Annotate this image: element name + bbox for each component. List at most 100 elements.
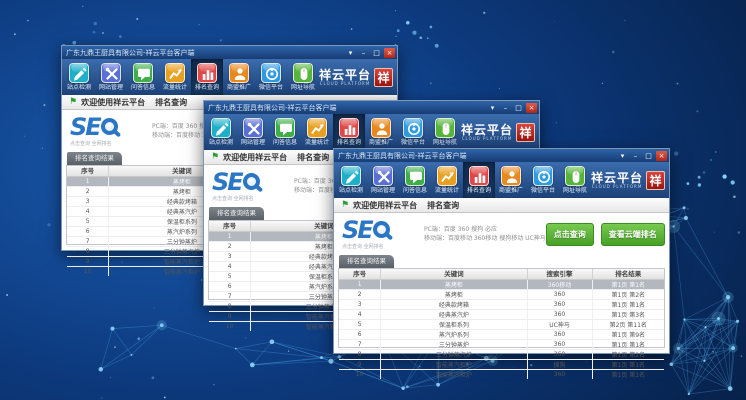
column-header: 关键词 xyxy=(381,269,527,279)
toolbar-item-label: 站点检测 xyxy=(209,139,233,146)
table-row[interactable]: 1蒸烤柜360移动第1页 第1名 xyxy=(339,280,664,290)
table-row[interactable]: 9智能蒸汽柜炉搜狗第1页 第1名 xyxy=(339,360,664,370)
toolbar-item-pencil[interactable]: 站点检测 xyxy=(63,59,95,95)
table-row[interactable]: 10智能蒸汽柜炉360第1页 第1名 xyxy=(339,370,664,379)
chat-icon xyxy=(405,166,425,186)
table-row[interactable]: 4经典蒸汽炉360第1页 第3名 xyxy=(339,310,664,320)
toolbar-item-chat[interactable]: 问答信息 xyxy=(127,59,159,95)
table-header-row: 序号关键词搜索引擎排名结果 xyxy=(339,269,664,280)
table-cell: 蒸烤柜 xyxy=(381,280,527,289)
table-row[interactable]: 3经典款烤箱360第1页 第1名 xyxy=(339,300,664,310)
minimize-button[interactable]: – xyxy=(500,103,511,113)
toolbar-item-bar-chart[interactable]: 排名查询 xyxy=(191,59,223,95)
toolbar-item-line-chart[interactable]: 流量统计 xyxy=(301,114,333,150)
seo-logo: SE 点击查询 全网排名 xyxy=(342,219,416,250)
toolbar-item-person[interactable]: 商盟推广 xyxy=(495,162,527,198)
person-icon xyxy=(371,118,391,138)
toolbar-item-label: 流量统计 xyxy=(163,84,187,91)
toolbar-item-mouse[interactable]: 网址导航 xyxy=(429,114,461,150)
toolbar-item-chat[interactable]: 问答信息 xyxy=(269,114,301,150)
toolbar-item-person[interactable]: 商盟推广 xyxy=(365,114,397,150)
table-cell: 5 xyxy=(67,217,109,226)
tab-ranking-results[interactable]: 排名查询结果 xyxy=(209,207,264,220)
toolbar-item-label: 微信平台 xyxy=(401,139,425,146)
table-cell: 智能蒸汽柜炉 xyxy=(381,370,527,379)
table-cell: 8 xyxy=(67,247,109,256)
close-button[interactable]: × xyxy=(656,151,667,161)
seo-logo-text: SE xyxy=(212,171,242,193)
welcome-bar: ⚑ 欢迎使用祥云平台 排名查询 xyxy=(334,198,669,213)
welcome-text: 欢迎使用祥云平台 xyxy=(223,152,287,163)
maximize-button[interactable]: □ xyxy=(371,48,382,58)
toolbar-item-label: 问答信息 xyxy=(273,139,297,146)
seo-logo-text: SE xyxy=(342,219,372,241)
query-button[interactable]: 点击查询 xyxy=(546,223,594,246)
bar-chart-icon xyxy=(339,118,359,138)
toolbar-item-compass[interactable]: 微信平台 xyxy=(255,59,287,95)
titlebar[interactable]: 广东九鼎王厨具有限公司-祥云平台客户端 ▾–□× xyxy=(334,149,669,162)
close-button[interactable]: × xyxy=(526,103,537,113)
table-cell: 5 xyxy=(209,272,251,281)
toolbar-item-pencil[interactable]: 站点检测 xyxy=(205,114,237,150)
table-row[interactable]: 5保温柜系列UC神马第2页 第11名 xyxy=(339,320,664,330)
titlebar[interactable]: 广东九鼎王厨具有限公司-祥云平台客户端 ▾–□× xyxy=(204,101,539,114)
toolbar-item-bar-chart[interactable]: 排名查询 xyxy=(333,114,365,150)
tab-ranking-results[interactable]: 排名查询结果 xyxy=(67,152,122,165)
toolbar-item-bar-chart[interactable]: 排名查询 xyxy=(463,162,495,198)
minimize-button[interactable]: – xyxy=(358,48,369,58)
table-cell: 第1页 第1名 xyxy=(593,360,665,369)
maximize-button[interactable]: □ xyxy=(513,103,524,113)
table-row[interactable]: 8三分钟蒸汽炉360第1页 第2名 xyxy=(339,350,664,360)
skin-button[interactable]: ▾ xyxy=(487,103,498,113)
toolbar-item-line-chart[interactable]: 流量统计 xyxy=(159,59,191,95)
toolbar-item-label: 商盟推广 xyxy=(499,187,523,194)
flag-icon: ⚑ xyxy=(69,98,77,107)
tab-ranking-results[interactable]: 排名查询结果 xyxy=(339,255,394,268)
titlebar[interactable]: 广东九鼎王厨具有限公司-祥云平台客户端 ▾–□× xyxy=(62,46,397,59)
mouse-icon xyxy=(565,166,585,186)
toolbar-item-pencil[interactable]: 站点检测 xyxy=(335,162,367,198)
table-cell: 经典款烤箱 xyxy=(381,300,527,309)
view-cloud-ranking-button[interactable]: 查看云端排名 xyxy=(601,223,665,246)
minimize-button[interactable]: – xyxy=(630,151,641,161)
table-cell: 10 xyxy=(339,370,381,379)
toolbar-item-mouse[interactable]: 网址导航 xyxy=(559,162,591,198)
table-row[interactable]: 6蒸汽炉系列360第1页 第9名 xyxy=(339,330,664,340)
toolbar-item-compass[interactable]: 微信平台 xyxy=(527,162,559,198)
skin-button[interactable]: ▾ xyxy=(617,151,628,161)
brand-subtitle: CLOUD PLATFORM xyxy=(461,136,513,141)
brand: 祥云平台 CLOUD PLATFORM 祥 xyxy=(319,59,396,95)
table-cell: 保温柜系列 xyxy=(381,320,527,329)
table-cell: 蒸汽炉系列 xyxy=(381,330,527,339)
chat-icon xyxy=(275,118,295,138)
toolbar-item-compass[interactable]: 微信平台 xyxy=(397,114,429,150)
brand-seal-icon: 祥 xyxy=(646,171,665,190)
toolbar-item-person[interactable]: 商盟推广 xyxy=(223,59,255,95)
toolbar-item-tools[interactable]: 网站管理 xyxy=(367,162,399,198)
welcome-text: 欢迎使用祥云平台 xyxy=(81,97,145,108)
table-row[interactable]: 2蒸烤柜360第1页 第2名 xyxy=(339,290,664,300)
toolbar-item-tools[interactable]: 网站管理 xyxy=(95,59,127,95)
table-cell: 9 xyxy=(339,360,381,369)
toolbar-item-mouse[interactable]: 网址导航 xyxy=(287,59,319,95)
table-cell: 第1页 第9名 xyxy=(593,330,665,339)
toolbar-item-tools[interactable]: 网站管理 xyxy=(237,114,269,150)
table-cell: 360 xyxy=(528,310,593,319)
toolbar-item-line-chart[interactable]: 流量统计 xyxy=(431,162,463,198)
table-cell: 搜狗 xyxy=(528,360,593,369)
brand-name: 祥云平台 xyxy=(461,124,513,136)
bar-chart-icon xyxy=(469,166,489,186)
toolbar-items: 站点检测网站管理问答信息流量统计排名查询商盟推广微信平台网址导航 xyxy=(335,162,591,198)
close-button[interactable]: × xyxy=(384,48,395,58)
maximize-button[interactable]: □ xyxy=(643,151,654,161)
skin-button[interactable]: ▾ xyxy=(345,48,356,58)
welcome-page-label: 排名查询 xyxy=(427,200,459,211)
person-icon xyxy=(229,63,249,83)
flag-icon: ⚑ xyxy=(211,153,219,162)
table-row[interactable]: 7三分钟蒸炉360第1页 第1名 xyxy=(339,340,664,350)
brand-seal-icon: 祥 xyxy=(516,123,535,142)
brand-seal-icon: 祥 xyxy=(374,68,393,87)
toolbar-item-chat[interactable]: 问答信息 xyxy=(399,162,431,198)
table-cell: 7 xyxy=(67,237,109,246)
table-cell: 360 xyxy=(528,340,593,349)
